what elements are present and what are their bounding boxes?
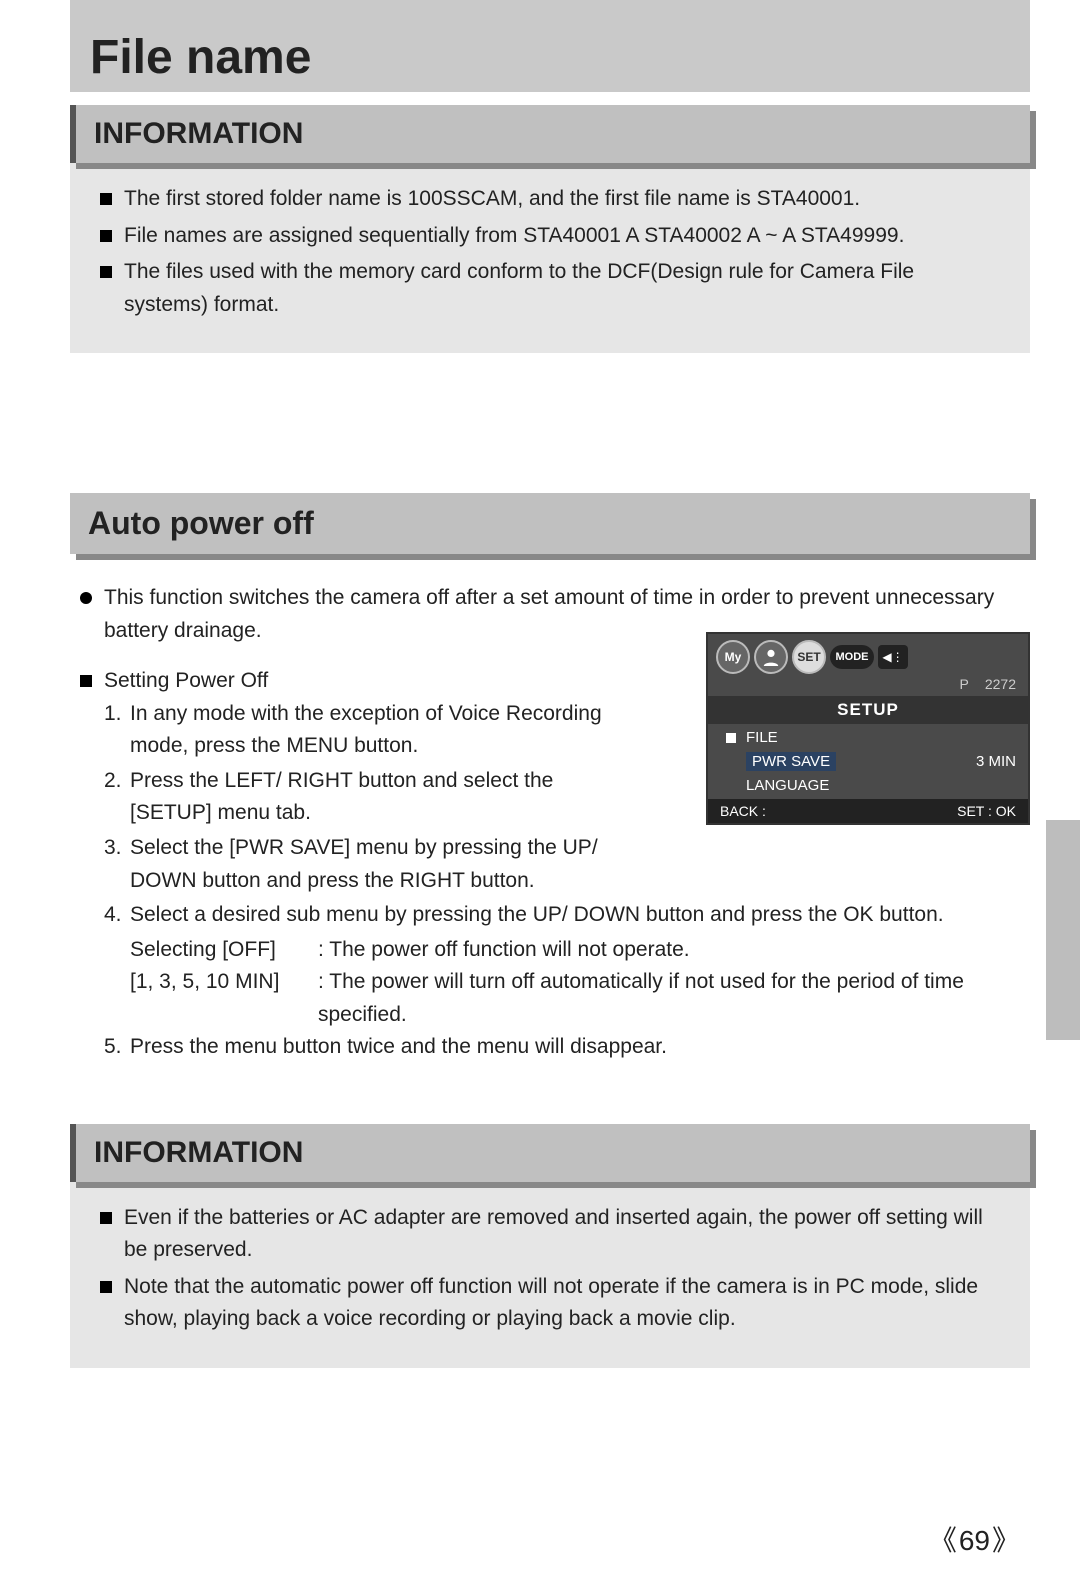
screen-p: P — [960, 676, 969, 692]
step-number: 2. — [104, 765, 130, 830]
option-cont: specified. — [104, 999, 980, 1032]
screen-menu-item: FILE — [708, 726, 1028, 749]
screen-title: SETUP — [708, 696, 1028, 724]
step-row: 5. Press the menu button twice and the m… — [104, 1031, 980, 1064]
menu-label: LANGUAGE — [746, 777, 829, 794]
info-heading-2: INFORMATION — [70, 1124, 1030, 1182]
my-icon: My — [716, 640, 750, 674]
step-number: 4. — [104, 899, 130, 932]
step-row: 1. In any mode with the exception of Voi… — [104, 698, 640, 763]
option-label: Selecting [OFF] — [130, 934, 318, 967]
screen-set: SET : OK — [957, 803, 1016, 819]
speaker-icon: ◀⋮ — [878, 645, 908, 669]
step-number: 1. — [104, 698, 130, 763]
square-bullet-icon — [100, 193, 112, 205]
menu-marker-icon — [726, 733, 736, 743]
square-bullet-icon — [100, 1212, 112, 1224]
circle-bullet-icon — [80, 592, 92, 604]
option-row: [1, 3, 5, 10 MIN] : The power will turn … — [104, 966, 980, 999]
option-desc: : The power off function will not operat… — [318, 934, 690, 967]
info1-item: File names are assigned sequentially fro… — [100, 220, 1000, 253]
step-number: 5. — [104, 1031, 130, 1064]
info2-item: Note that the automatic power off functi… — [100, 1271, 1000, 1336]
info2-item: Even if the batteries or AC adapter are … — [100, 1202, 1000, 1267]
person-icon — [754, 640, 788, 674]
page-number: 69 — [929, 1519, 1020, 1559]
square-bullet-icon — [100, 1281, 112, 1293]
info-heading-1: INFORMATION — [70, 105, 1030, 163]
square-bullet-icon — [80, 675, 92, 687]
step-row: 3. Select the [PWR SAVE] menu by pressin… — [104, 832, 640, 897]
menu-value: 3 MIN — [976, 753, 1016, 770]
option-row: Selecting [OFF] : The power off function… — [104, 934, 980, 967]
option-desc: : The power will turn off automatically … — [318, 966, 964, 999]
set-icon: SET — [792, 640, 826, 674]
info-body-2: Even if the batteries or AC adapter are … — [70, 1182, 1030, 1368]
info1-text: The files used with the memory card conf… — [124, 256, 1000, 321]
info1-text: File names are assigned sequentially fro… — [124, 220, 904, 253]
step-row: 4. Select a desired sub menu by pressing… — [104, 899, 980, 932]
step-text: In any mode with the exception of Voice … — [130, 698, 640, 763]
auto-heading: Auto power off — [70, 493, 1030, 554]
menu-label: FILE — [746, 729, 778, 746]
info2-text: Note that the automatic power off functi… — [124, 1271, 1000, 1336]
step-text: Press the menu button twice and the menu… — [130, 1031, 667, 1064]
square-bullet-icon — [100, 266, 112, 278]
step-number: 3. — [104, 832, 130, 897]
page-title: File name — [70, 0, 1030, 105]
screen-menu-item: LANGUAGE — [708, 774, 1028, 797]
step-row: 2. Press the LEFT/ RIGHT button and sele… — [104, 765, 640, 830]
info1-item: The files used with the memory card conf… — [100, 256, 1000, 321]
step-text: Select the [PWR SAVE] menu by pressing t… — [130, 832, 640, 897]
step-text: Select a desired sub menu by pressing th… — [130, 899, 944, 932]
step-text: Press the LEFT/ RIGHT button and select … — [130, 765, 640, 830]
camera-screen: My SET MODE ◀⋮ P 2272 SETUP FILE PWR SA — [706, 632, 1030, 825]
info-body-1: The first stored folder name is 100SSCAM… — [70, 163, 1030, 353]
info2-text: Even if the batteries or AC adapter are … — [124, 1202, 1000, 1267]
screen-menu-item: PWR SAVE 3 MIN — [708, 749, 1028, 774]
side-tab — [1046, 820, 1080, 1040]
screen-res: 2272 — [985, 676, 1016, 692]
screen-back: BACK : — [720, 803, 766, 819]
square-bullet-icon — [100, 230, 112, 242]
option-label: [1, 3, 5, 10 MIN] — [130, 966, 318, 999]
auto-subheading: Setting Power Off — [104, 665, 268, 698]
menu-label: PWR SAVE — [746, 752, 836, 771]
info1-item: The first stored folder name is 100SSCAM… — [100, 183, 1000, 216]
mode-icon: MODE — [830, 645, 874, 669]
info1-text: The first stored folder name is 100SSCAM… — [124, 183, 860, 216]
